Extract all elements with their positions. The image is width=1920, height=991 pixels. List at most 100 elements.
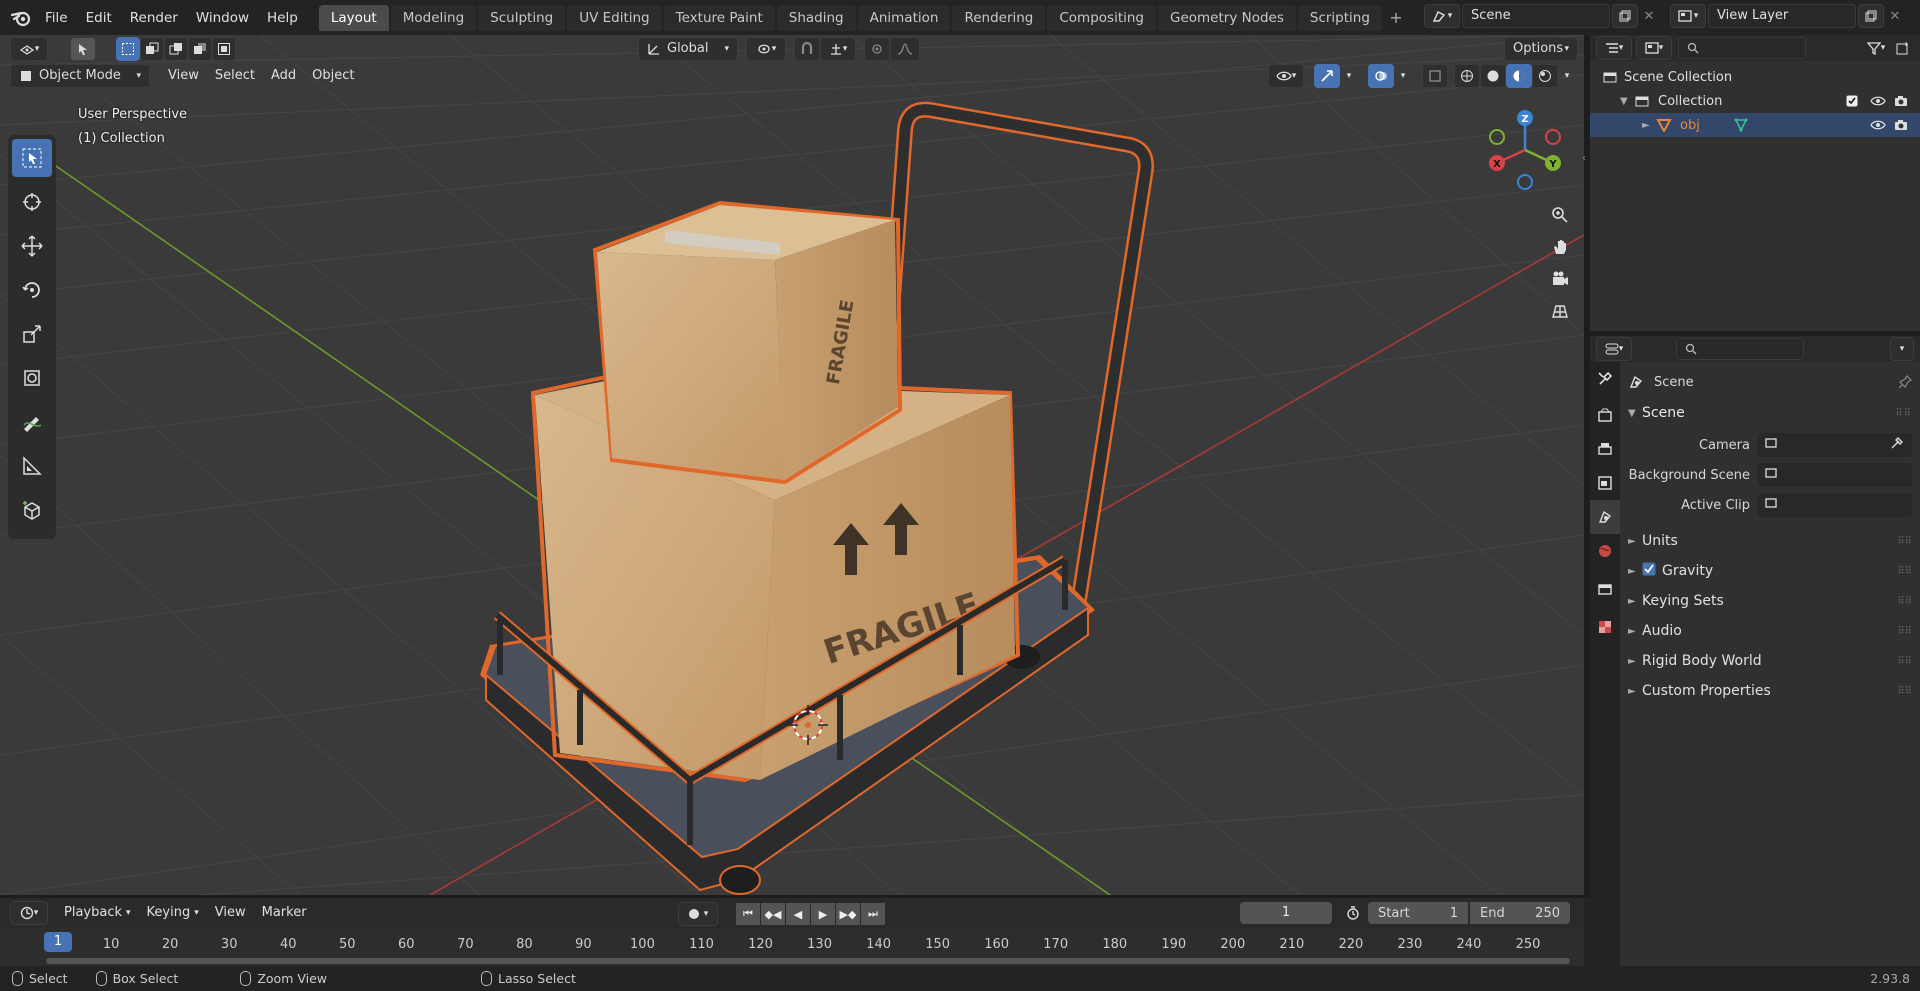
subpanel-audio[interactable]: ► Audio ⠿⠿	[1628, 616, 1912, 646]
menu-window[interactable]: Window	[187, 5, 258, 31]
prop-field-active-clip[interactable]	[1758, 493, 1912, 517]
set-selection-icon[interactable]	[116, 37, 140, 61]
eyedropper-icon[interactable]	[1890, 436, 1904, 454]
end-frame-field[interactable]: End 250	[1470, 902, 1570, 924]
delete-view-layer-icon[interactable]: ✕	[1884, 9, 1906, 24]
select-box-tool-icon[interactable]	[12, 139, 52, 177]
drag-handle-icon[interactable]: ⠿⠿	[1897, 626, 1912, 637]
object-mode-dropdown[interactable]: Object Mode ▾	[10, 64, 150, 88]
tab-texture-paint[interactable]: Texture Paint	[663, 4, 775, 31]
intersect-selection-icon[interactable]	[212, 37, 236, 61]
object-render-camera-icon[interactable]	[1894, 119, 1908, 131]
scale-tool-icon[interactable]	[12, 315, 52, 353]
subpanel-custom-properties[interactable]: ► Custom Properties ⠿⠿	[1628, 676, 1912, 706]
tab-shading[interactable]: Shading	[776, 4, 856, 31]
snap-toggle-icon[interactable]	[794, 37, 820, 61]
ruler-frame-1[interactable]: 1	[44, 932, 72, 952]
tab-modeling[interactable]: Modeling	[390, 4, 477, 31]
scene-tab-icon[interactable]	[1590, 500, 1620, 534]
timeline-editor-type-icon[interactable]: ▾	[10, 901, 48, 925]
timeline-menu-marker[interactable]: Marker	[254, 901, 315, 925]
transform-tool-icon[interactable]	[12, 359, 52, 397]
prop-field-background-scene[interactable]	[1758, 463, 1912, 487]
auto-keying-icon[interactable]: ▾	[678, 902, 718, 926]
move-tool-icon[interactable]	[12, 227, 52, 265]
outliner-object-row[interactable]: ► obj	[1590, 113, 1920, 137]
show-overlays-icon[interactable]	[1368, 64, 1394, 88]
drag-handle-icon[interactable]: ⠿⠿	[1897, 536, 1912, 547]
tab-uv-editing[interactable]: UV Editing	[567, 4, 662, 31]
view-layer-tab-icon[interactable]	[1590, 466, 1620, 500]
annotate-tool-icon[interactable]	[12, 403, 52, 441]
tab-rendering[interactable]: Rendering	[952, 4, 1046, 31]
xray-toggle-icon[interactable]	[1422, 64, 1448, 88]
play-icon[interactable]: ▶	[811, 903, 835, 925]
timeline-menu-keying[interactable]: Keying ▾	[139, 901, 207, 925]
tab-compositing[interactable]: Compositing	[1047, 4, 1156, 31]
outliner-search-input[interactable]	[1678, 37, 1806, 59]
tab-geometry-nodes[interactable]: Geometry Nodes	[1158, 4, 1296, 31]
menu-render[interactable]: Render	[121, 5, 187, 31]
visibility-selectability-icon[interactable]: ▾	[1268, 64, 1304, 88]
next-keyframe-icon[interactable]: ▶◆	[836, 903, 860, 925]
gravity-checkbox-icon[interactable]	[1642, 562, 1662, 580]
timeline-ruler[interactable]: 1 10 20 30 40 50 60 70 80 90 100 110 120 130 140 150 160…	[0, 928, 1584, 966]
outliner-collection-row[interactable]: ▼ Collection	[1590, 89, 1920, 113]
texture-tab-icon[interactable]	[1590, 610, 1620, 644]
viewport-menu-select[interactable]: Select	[207, 64, 263, 88]
mesh-data-icon[interactable]	[1734, 118, 1748, 132]
viewport-menu-object[interactable]: Object	[304, 64, 362, 88]
collection-tab-icon[interactable]	[1590, 572, 1620, 606]
properties-editor-type-icon[interactable]: ▾	[1596, 337, 1632, 361]
jump-start-icon[interactable]: ⏮	[736, 903, 760, 925]
subpanel-units[interactable]: ► Units ⠿⠿	[1628, 526, 1912, 556]
3d-viewport[interactable]: FRAGILE FRAGILE ▾ Global ▾ ▾ ▾ Options ▾…	[0, 35, 1584, 895]
scene-name-field[interactable]: Scene	[1462, 4, 1610, 28]
menu-file[interactable]: File	[36, 5, 77, 31]
solid-shading-icon[interactable]	[1480, 64, 1506, 88]
tab-layout[interactable]: Layout	[318, 4, 389, 31]
zoom-icon[interactable]	[1544, 199, 1576, 231]
menu-help[interactable]: Help	[258, 5, 307, 31]
copy-view-layer-icon[interactable]	[1858, 4, 1884, 28]
subpanel-gravity[interactable]: ► Gravity ⠿⠿	[1628, 556, 1912, 586]
navigation-gizmo[interactable]: Z Y X	[1480, 105, 1570, 195]
overlays-dropdown-icon[interactable]: ▾	[1394, 64, 1412, 88]
subtract-selection-icon[interactable]	[164, 37, 188, 61]
copy-scene-icon[interactable]	[1612, 4, 1638, 28]
menu-edit[interactable]: Edit	[77, 5, 121, 31]
filter-icon[interactable]: ▾	[1860, 36, 1892, 60]
view-layer-name-field[interactable]: View Layer	[1708, 4, 1856, 28]
object-visibility-eye-icon[interactable]	[1870, 119, 1886, 131]
drag-handle-icon[interactable]: ⠿⠿	[1897, 686, 1912, 697]
transform-orientation-dropdown[interactable]: Global ▾	[638, 37, 738, 61]
select-tool-mode-icon[interactable]	[70, 37, 96, 61]
view-layer-browse-button[interactable]: ▾	[1670, 4, 1706, 28]
viewport-menu-add[interactable]: Add	[263, 64, 304, 88]
visibility-eye-icon[interactable]	[1870, 95, 1886, 107]
invert-selection-icon[interactable]	[188, 37, 212, 61]
perspective-toggle-icon[interactable]	[1544, 295, 1576, 327]
drag-handle-icon[interactable]: ⠿⠿	[1897, 656, 1912, 667]
blender-logo-icon[interactable]	[6, 3, 36, 33]
prev-keyframe-icon[interactable]: ◆◀	[761, 903, 785, 925]
pivot-point-icon[interactable]: ▾	[746, 37, 786, 61]
measure-tool-icon[interactable]	[12, 447, 52, 485]
outliner-collapse-arrow[interactable]: ‹	[1582, 153, 1586, 164]
tab-scripting[interactable]: Scripting	[1297, 4, 1382, 31]
timeline-scrollbar[interactable]	[46, 958, 1570, 964]
pin-icon[interactable]	[1898, 375, 1912, 389]
outliner-scene-collection[interactable]: Scene Collection	[1590, 65, 1920, 89]
collapse-arrow-icon[interactable]: ▼	[1620, 96, 1634, 107]
jump-end-icon[interactable]: ⏭	[861, 903, 885, 925]
timeline-menu-playback[interactable]: Playback ▾	[56, 901, 139, 925]
rotate-tool-icon[interactable]	[12, 271, 52, 309]
delete-scene-icon[interactable]: ✕	[1638, 9, 1660, 24]
start-frame-field[interactable]: Start 1	[1368, 902, 1468, 924]
extend-selection-icon[interactable]	[140, 37, 164, 61]
editor-type-button[interactable]: ▾	[10, 37, 48, 61]
display-mode-icon[interactable]: ▾	[1636, 36, 1672, 60]
output-tab-icon[interactable]	[1590, 432, 1620, 466]
tool-tab-icon[interactable]	[1590, 362, 1620, 396]
cursor-tool-icon[interactable]	[12, 183, 52, 221]
